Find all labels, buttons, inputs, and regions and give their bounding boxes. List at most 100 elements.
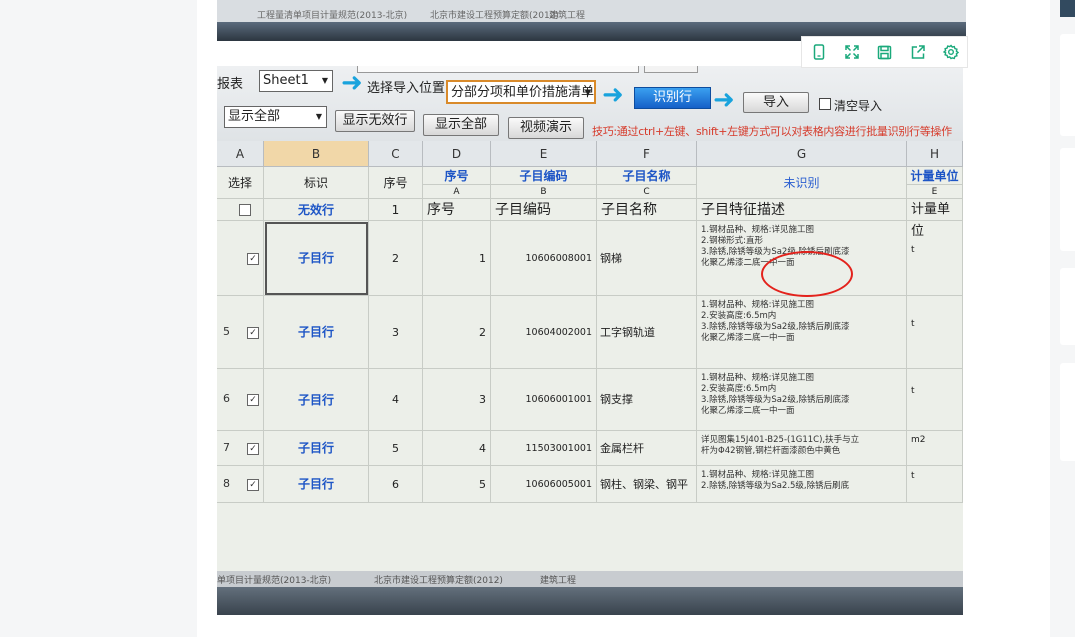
caption-item: 北京市建设工程预算定额(2012) <box>430 11 559 21</box>
arrow-icon: ➜ <box>713 85 735 115</box>
invalid-row-mark[interactable]: 无效行 <box>264 199 369 221</box>
invalid-row-cell: 子目编码 <box>491 199 597 221</box>
row-checkbox[interactable]: ✓ <box>247 326 259 339</box>
row-index: 6 <box>369 466 423 503</box>
previous-photo: 工程量清单项目计量规范(2013-北京) 北京市建设工程预算定额(2012) 建… <box>217 0 966 41</box>
invalid-row-cell: 序号 <box>423 199 491 221</box>
row-name: 钢梯 <box>597 221 697 296</box>
row-description: 1.钢材品种、规格:详见施工图 2.除锈,除锈等级为Sa2.5级,除锈后刷底 <box>697 466 907 503</box>
row-number: 6 <box>223 392 230 405</box>
row-mark[interactable]: 子目行 <box>264 296 369 369</box>
photo-caption-bar: 单项目计量规范(2013-北京) 北京市建设工程预算定额(2012) 建筑工程 <box>217 571 963 587</box>
column-header-e[interactable]: E <box>491 141 597 167</box>
clear-import-checkbox[interactable] <box>819 98 831 110</box>
description-line: 3.除锈,除锈等级为Sa2级,除锈后刷底漆 <box>701 395 850 405</box>
mobile-preview-icon[interactable] <box>802 37 835 67</box>
row-checkbox[interactable]: ✓ <box>247 478 259 491</box>
sheet-select[interactable]: Sheet1 ▼ <box>259 70 333 92</box>
invalid-row-cell: 子目特征描述 <box>697 199 907 221</box>
column-header-d[interactable]: D <box>423 141 491 167</box>
position-select[interactable]: 分部分项和单价措施清单 ▼ <box>446 80 596 104</box>
row-seq: 2 <box>423 296 491 369</box>
caption-item: 单项目计量规范(2013-北京) <box>217 576 332 586</box>
column-header-a[interactable]: A <box>217 141 264 167</box>
row-unit: t <box>907 466 963 503</box>
header-cell: 序号 <box>369 167 423 199</box>
rail-card[interactable] <box>1060 363 1075 461</box>
save-icon[interactable] <box>868 37 901 67</box>
row-mark[interactable]: 子目行 <box>264 221 369 296</box>
row-seq: 5 <box>423 466 491 503</box>
row-select-cell[interactable]: ✓ <box>217 221 264 296</box>
row-number: 7 <box>223 440 230 454</box>
video-demo-button[interactable]: 视频演示 <box>508 117 584 139</box>
filter-select[interactable]: 显示全部 ▼ <box>224 106 327 128</box>
row-select-cell[interactable]: 5 ✓ <box>217 296 264 369</box>
column-header-h[interactable]: H <box>907 141 963 167</box>
row-code: 10606005001 <box>491 466 597 503</box>
settings-icon[interactable] <box>934 37 967 67</box>
row-description: 1.钢材品种、规格:详见施工图 2.安装高度:6.5m内 3.除锈,除锈等级为Sa2… <box>697 296 907 369</box>
show-all-button[interactable]: 显示全部 <box>423 114 499 136</box>
row-code: 10604002001 <box>491 296 597 369</box>
row-checkbox[interactable]: ✓ <box>247 442 259 455</box>
description-line: 1.钢材品种、规格:详见施工图 <box>701 300 814 310</box>
row-checkbox[interactable] <box>239 204 251 216</box>
share-icon[interactable] <box>901 37 934 67</box>
column-header-c[interactable]: C <box>369 141 423 167</box>
arrow-icon: ➜ <box>602 80 624 110</box>
invalid-row-cell: 子目名称 <box>597 199 697 221</box>
rail-card[interactable] <box>1060 34 1075 136</box>
description-line: 2.安装高度:6.5m内 <box>701 311 777 321</box>
rail-card[interactable] <box>1060 148 1075 251</box>
clear-import-label: 清空导入 <box>834 99 883 113</box>
header-cell: 标识 <box>264 167 369 199</box>
header-cell: 选择 <box>217 167 264 199</box>
import-button[interactable]: 导入 <box>743 92 809 113</box>
row-code: 10606008001 <box>491 221 597 296</box>
row-select-cell[interactable]: 8 ✓ <box>217 466 264 503</box>
row-description: 1.钢材品种、规格:详见施工图 2.安装高度:6.5m内 3.除锈,除锈等级为Sa2… <box>697 369 907 431</box>
row-name: 工字钢轨道 <box>597 296 697 369</box>
row-number: 5 <box>223 324 230 338</box>
position-select-value: 分部分项和单价措施清单 <box>451 85 595 100</box>
row-select-cell[interactable]: 7 ✓ <box>217 431 264 466</box>
row-checkbox[interactable]: ✓ <box>247 252 259 265</box>
caption-item: 北京市建设工程预算定额(2012) <box>374 576 503 586</box>
row-name: 金属栏杆 <box>597 431 697 466</box>
description-line: 化聚乙烯漆二底一中一面 <box>701 333 795 343</box>
fullscreen-icon[interactable] <box>835 37 868 67</box>
unrecognized-header[interactable]: 未识别 <box>697 167 907 199</box>
header-sub-letter: B <box>491 185 597 199</box>
identify-row-button[interactable]: 识别行 <box>634 87 711 109</box>
row-mark[interactable]: 子目行 <box>264 369 369 431</box>
tip-text: 技巧:通过ctrl+左键、shift+左键方式可以对表格内容进行批量识别行等操作 <box>592 125 952 138</box>
column-header-f[interactable]: F <box>597 141 697 167</box>
header-cell: 子目名称 <box>597 167 697 185</box>
row-mark[interactable]: 子目行 <box>264 431 369 466</box>
description-line: 化聚乙烯漆二底一中一面 <box>701 406 795 416</box>
row-description: 详见图集15J401-B25-(1G11C),扶手与立 杆为Φ42钢管,钢栏杆面漆… <box>697 431 907 466</box>
invalid-row-checkbox-cell[interactable] <box>217 199 264 221</box>
show-invalid-rows-button[interactable]: 显示无效行 <box>335 110 415 132</box>
spreadsheet-grid: A B C D E F G H 选择 标识 序号 序号 A 子目编码 B 子目名… <box>217 141 963 571</box>
row-checkbox[interactable]: ✓ <box>247 394 259 406</box>
column-header-b[interactable]: B <box>264 141 369 167</box>
caption-item: 建筑工程 <box>549 11 586 21</box>
rail-thumbnail[interactable] <box>1060 0 1075 17</box>
column-header-g[interactable]: G <box>697 141 907 167</box>
invalid-row-index: 1 <box>369 199 423 221</box>
row-mark[interactable]: 子目行 <box>264 466 369 503</box>
row-unit: m2 <box>907 431 963 466</box>
rail-card[interactable] <box>1060 268 1075 345</box>
row-select-cell[interactable]: 6 ✓ <box>217 369 264 431</box>
description-line: 杆为Φ42钢管,钢栏杆面漆颜色中黄色 <box>701 446 841 456</box>
description-line: 1.钢材品种、规格:详见施工图 <box>701 470 814 480</box>
description-line: 详见图集15J401-B25-(1G11C),扶手与立 <box>701 435 860 445</box>
position-label: 选择导入位置 <box>367 81 446 96</box>
image-toolbar <box>801 36 968 68</box>
row-index: 2 <box>369 221 423 296</box>
invalid-row-cell: 计量单位 <box>907 199 963 239</box>
row-seq: 3 <box>423 369 491 431</box>
description-line: 3.除锈,除锈等级为Sa2级,除锈后刷底漆 <box>701 322 850 332</box>
